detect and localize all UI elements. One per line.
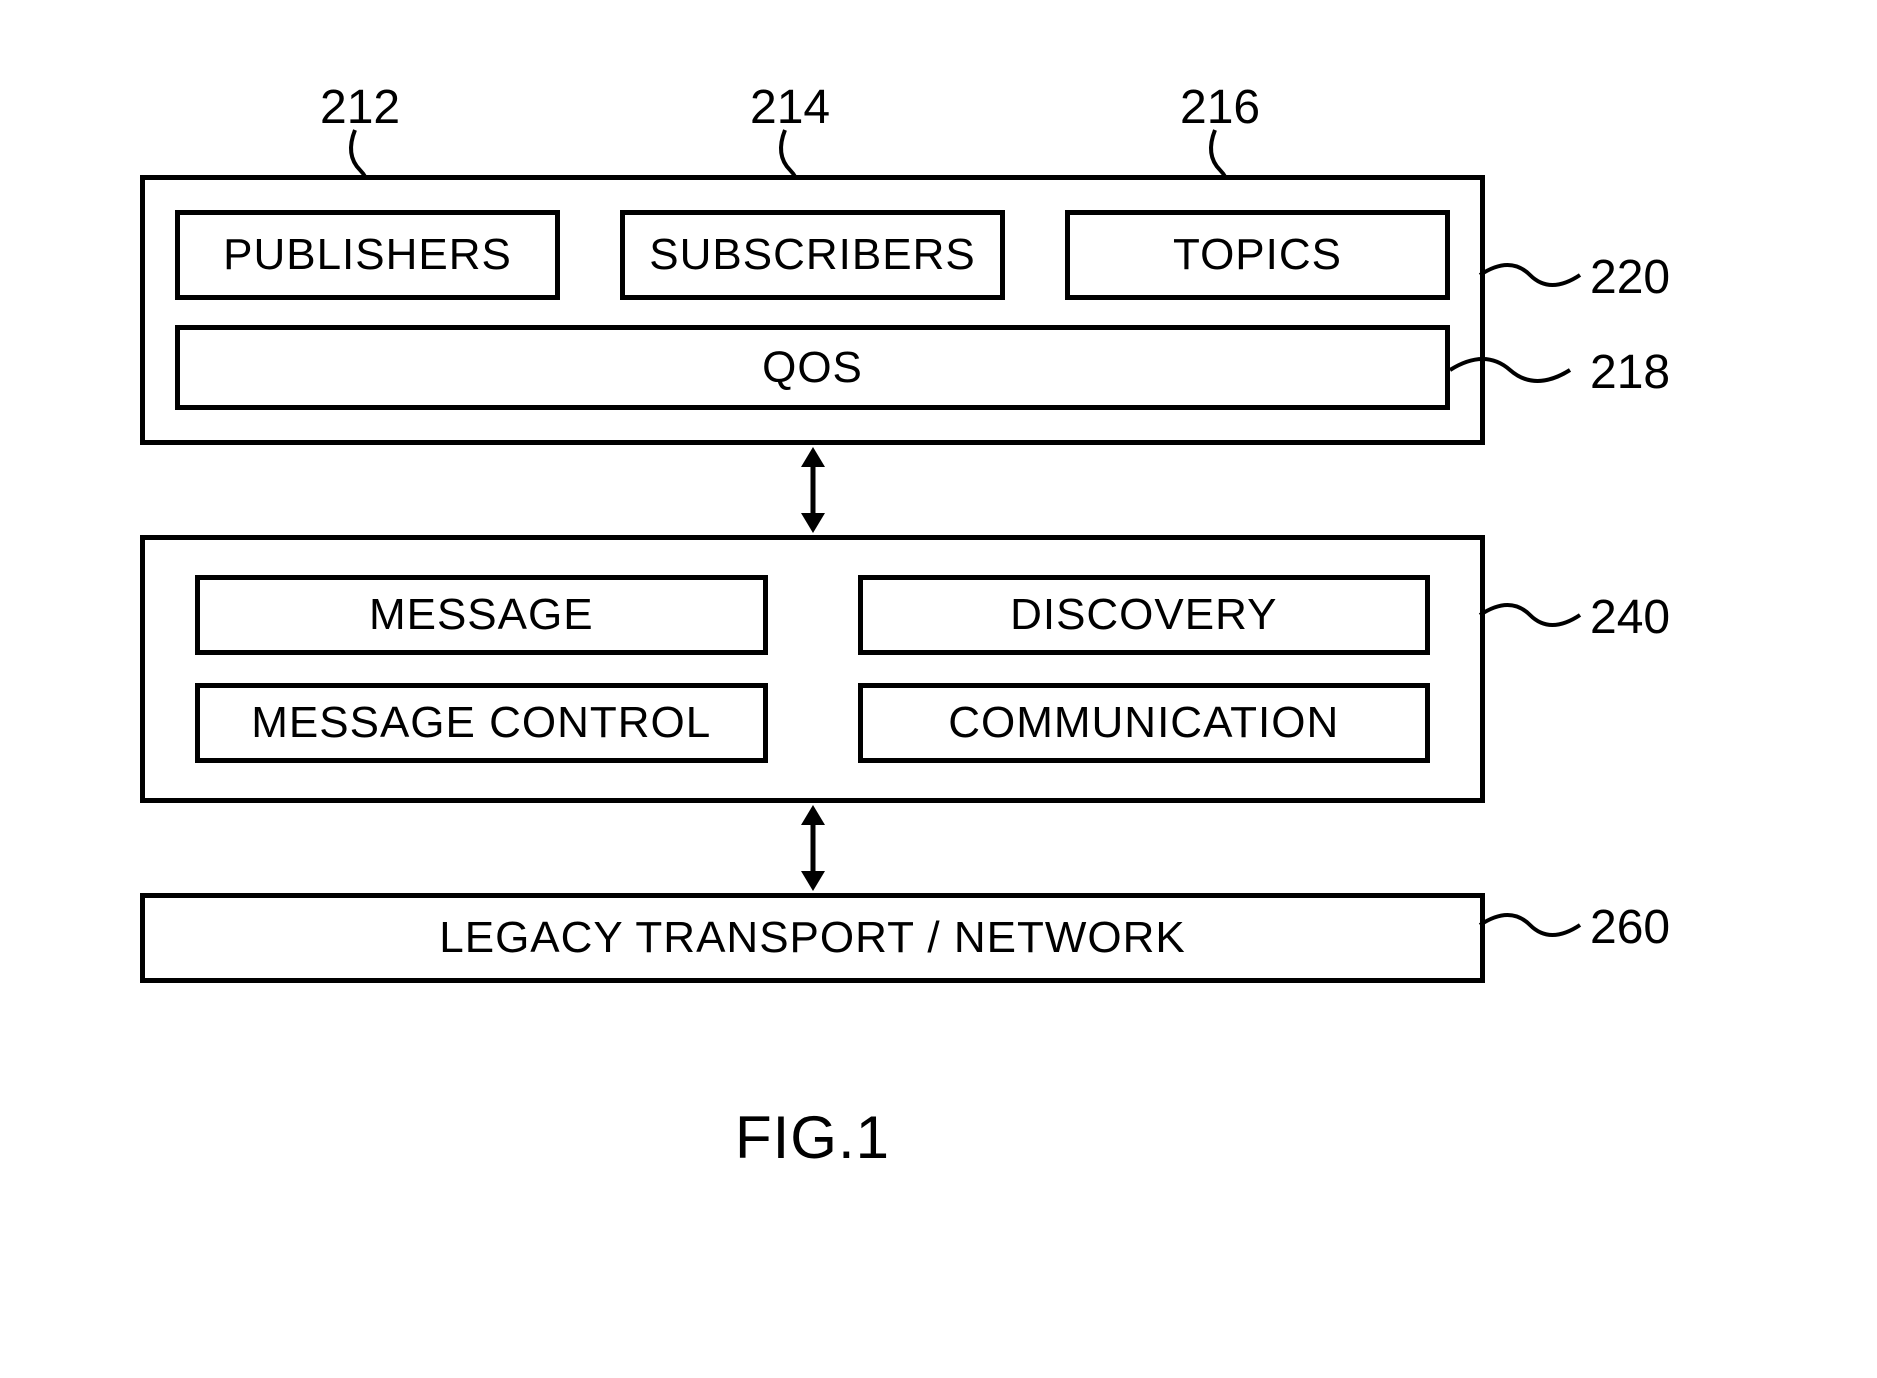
subscribers-box: SUBSCRIBERS	[620, 210, 1005, 300]
layer-240: MESSAGE DISCOVERY MESSAGE CONTROL COMMUN…	[140, 535, 1485, 803]
ref-216: 216	[1180, 80, 1260, 135]
figure-label: FIG.1	[140, 1103, 1485, 1172]
ref-220: 220	[1590, 250, 1670, 305]
leader-218	[1450, 340, 1580, 400]
message-control-box: MESSAGE CONTROL	[195, 683, 768, 763]
leader-220	[1480, 245, 1600, 305]
double-arrow-1	[793, 445, 833, 535]
layer-220: PUBLISHERS SUBSCRIBERS TOPICS QOS	[140, 175, 1485, 445]
double-arrow-2	[793, 803, 833, 893]
message-box: MESSAGE	[195, 575, 768, 655]
communication-box: COMMUNICATION	[858, 683, 1431, 763]
leader-240	[1480, 585, 1600, 645]
ref-240: 240	[1590, 590, 1670, 645]
qos-box: QOS	[175, 325, 1450, 410]
ref-212: 212	[320, 80, 400, 135]
legacy-transport-box: LEGACY TRANSPORT / NETWORK	[140, 893, 1485, 983]
topics-box: TOPICS	[1065, 210, 1450, 300]
ref-214: 214	[750, 80, 830, 135]
discovery-box: DISCOVERY	[858, 575, 1431, 655]
diagram-container: 212 214 216 PUBLISHERS SUBSCRIBERS TOPIC…	[140, 80, 1740, 1172]
ref-218: 218	[1590, 345, 1670, 400]
leader-260	[1480, 895, 1600, 955]
ref-260: 260	[1590, 900, 1670, 955]
publishers-box: PUBLISHERS	[175, 210, 560, 300]
